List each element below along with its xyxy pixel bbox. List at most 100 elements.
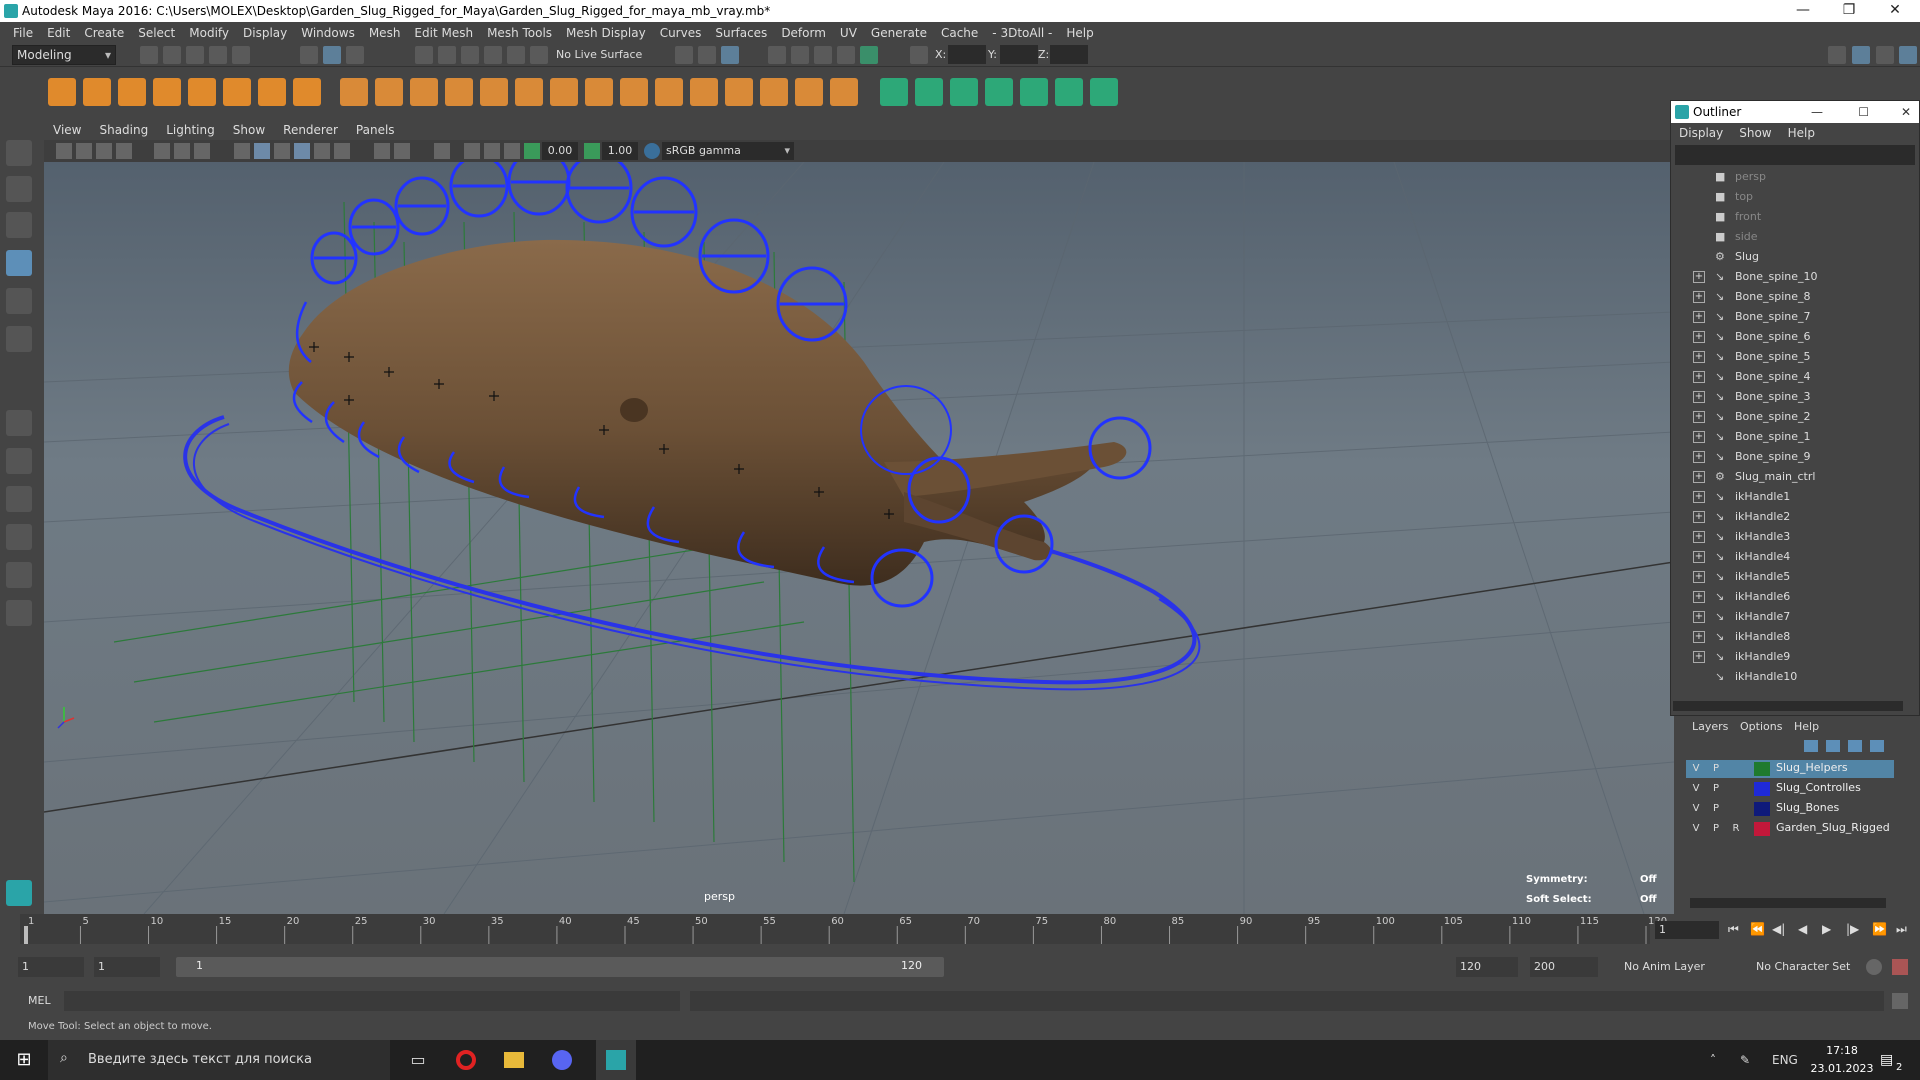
outliner-item[interactable]: + ↘ ikHandle9	[1671, 647, 1919, 667]
expand-icon[interactable]: +	[1693, 611, 1705, 623]
menu-surfaces[interactable]: Surfaces	[708, 26, 774, 40]
append-polygon-icon[interactable]	[690, 78, 718, 106]
outliner-hscrollbar[interactable]	[1673, 701, 1903, 711]
channel-box-icon[interactable]	[1899, 46, 1917, 64]
layers-menu-options[interactable]: Options	[1740, 720, 1782, 733]
combine-icon[interactable]	[340, 78, 368, 106]
expand-icon[interactable]: +	[1693, 651, 1705, 663]
automatic-uv-icon[interactable]	[985, 78, 1013, 106]
animation-prefs-icon[interactable]	[1892, 959, 1908, 975]
menu-modify[interactable]: Modify	[182, 26, 236, 40]
outliner-item[interactable]: + ↘ ikHandle5	[1671, 567, 1919, 587]
viewport-menu-view[interactable]: View	[44, 123, 90, 137]
layout-graph-icon[interactable]	[6, 562, 32, 588]
attribute-editor-icon[interactable]	[1852, 46, 1870, 64]
wireframe-on-shaded-icon[interactable]	[274, 143, 290, 159]
outliner-item[interactable]: + ↘ ikHandle6	[1671, 587, 1919, 607]
textured-icon[interactable]	[294, 143, 310, 159]
layer-visibility-toggle[interactable]: V	[1688, 781, 1704, 797]
gamma-field[interactable]: 1.00	[602, 142, 638, 160]
layers-menu-help[interactable]: Help	[1794, 720, 1819, 733]
pen-icon[interactable]: ✎	[1740, 1040, 1760, 1080]
layer-row[interactable]: V P Slug_Bones	[1686, 800, 1894, 818]
menu-deform[interactable]: Deform	[774, 26, 833, 40]
live-surface-label[interactable]: No Live Surface	[556, 48, 642, 61]
outliner-item[interactable]: + ↘ Bone_spine_6	[1671, 327, 1919, 347]
ipr-render-icon[interactable]	[814, 46, 832, 64]
select-object-icon[interactable]	[323, 46, 341, 64]
film-gate-icon[interactable]	[174, 143, 190, 159]
move-tool-icon[interactable]	[6, 250, 32, 276]
snap-grid-icon[interactable]	[415, 46, 433, 64]
bridge-icon[interactable]	[445, 78, 473, 106]
output-ops-icon[interactable]	[698, 46, 716, 64]
outliner-item[interactable]: + ↘ ikHandle1	[1671, 487, 1919, 507]
outliner-item[interactable]: + ↘ Bone_spine_1	[1671, 427, 1919, 447]
smooth-icon[interactable]	[515, 78, 543, 106]
layout-single-icon[interactable]	[6, 410, 32, 436]
expand-icon[interactable]: +	[1693, 411, 1705, 423]
layer-display-type-toggle[interactable]: R	[1728, 821, 1744, 837]
new-layer-selected-icon[interactable]	[1870, 740, 1884, 752]
menu-curves[interactable]: Curves	[653, 26, 709, 40]
redo-icon[interactable]	[232, 46, 250, 64]
current-frame-field[interactable]: 1	[1655, 921, 1719, 939]
outliner-item[interactable]: ■ top	[1671, 187, 1919, 207]
xray-components-icon[interactable]	[504, 143, 520, 159]
layer-playback-toggle[interactable]: P	[1708, 821, 1724, 837]
clock-date[interactable]: 23.01.2023	[1806, 1062, 1878, 1075]
maya-taskbar-icon[interactable]	[596, 1040, 636, 1080]
menu-create[interactable]: Create	[77, 26, 131, 40]
minimize-button[interactable]: —	[1811, 101, 1823, 123]
outliner-item[interactable]: + ↘ Bone_spine_5	[1671, 347, 1919, 367]
mel-label[interactable]: MEL	[28, 994, 51, 1007]
outliner-item[interactable]: ■ front	[1671, 207, 1919, 227]
poly-sphere-icon[interactable]	[48, 78, 76, 106]
step-back-key-icon[interactable]: ⏪	[1750, 922, 1765, 936]
layer-visibility-toggle[interactable]: V	[1688, 761, 1704, 777]
lights-icon[interactable]	[314, 143, 330, 159]
expand-icon[interactable]: +	[1693, 431, 1705, 443]
poly-pipe-icon[interactable]	[293, 78, 321, 106]
modeling-toolkit-icon[interactable]	[1828, 46, 1846, 64]
poly-torus-icon[interactable]	[223, 78, 251, 106]
image-plane-icon[interactable]	[116, 143, 132, 159]
select-component-icon[interactable]	[346, 46, 364, 64]
menu-edit[interactable]: Edit	[40, 26, 77, 40]
layout-hypershade-icon[interactable]	[6, 600, 32, 626]
reduce-icon[interactable]	[795, 78, 823, 106]
time-ruler[interactable]: 1 5 10 15 20 25 30 35 40 45 50 55 60 65 70 75 80 85 90 95 10…	[20, 914, 1680, 944]
layer-display-type-toggle[interactable]	[1728, 761, 1744, 777]
poly-plane-icon[interactable]	[188, 78, 216, 106]
render-settings-icon[interactable]	[837, 46, 855, 64]
layer-display-type-toggle[interactable]	[1728, 801, 1744, 817]
clock-time[interactable]: 17:18	[1812, 1044, 1872, 1057]
discord-icon[interactable]	[548, 1040, 576, 1080]
menu-generate[interactable]: Generate	[864, 26, 934, 40]
render-frame-icon[interactable]	[791, 46, 809, 64]
expand-icon[interactable]: +	[1693, 331, 1705, 343]
layer-playback-toggle[interactable]: P	[1708, 781, 1724, 797]
step-forward-key-icon[interactable]: ⏩	[1872, 922, 1887, 936]
expand-icon[interactable]: +	[1693, 471, 1705, 483]
unfold-uv-icon[interactable]	[1090, 78, 1118, 106]
target-weld-icon[interactable]	[585, 78, 613, 106]
new-scene-icon[interactable]	[140, 46, 158, 64]
offset-loop-icon[interactable]	[655, 78, 683, 106]
menu-mesh[interactable]: Mesh	[362, 26, 408, 40]
poly-cone-icon[interactable]	[153, 78, 181, 106]
tool-settings-icon[interactable]	[1876, 46, 1894, 64]
snap-point-icon[interactable]	[461, 46, 479, 64]
viewport-menu-show[interactable]: Show	[224, 123, 274, 137]
shadows-icon[interactable]	[334, 143, 350, 159]
expand-icon[interactable]: +	[1693, 491, 1705, 503]
step-forward-frame-icon[interactable]: |▶	[1846, 922, 1859, 936]
layers-hscrollbar[interactable]	[1690, 898, 1886, 908]
layer-playback-toggle[interactable]: P	[1708, 761, 1724, 777]
expand-icon[interactable]: +	[1693, 291, 1705, 303]
scene-canvas[interactable]	[44, 162, 1674, 914]
grid-toggle-icon[interactable]	[154, 143, 170, 159]
outliner-item[interactable]: + ↘ Bone_spine_3	[1671, 387, 1919, 407]
layout-four-icon[interactable]	[6, 448, 32, 474]
menu-display[interactable]: Display	[236, 26, 294, 40]
